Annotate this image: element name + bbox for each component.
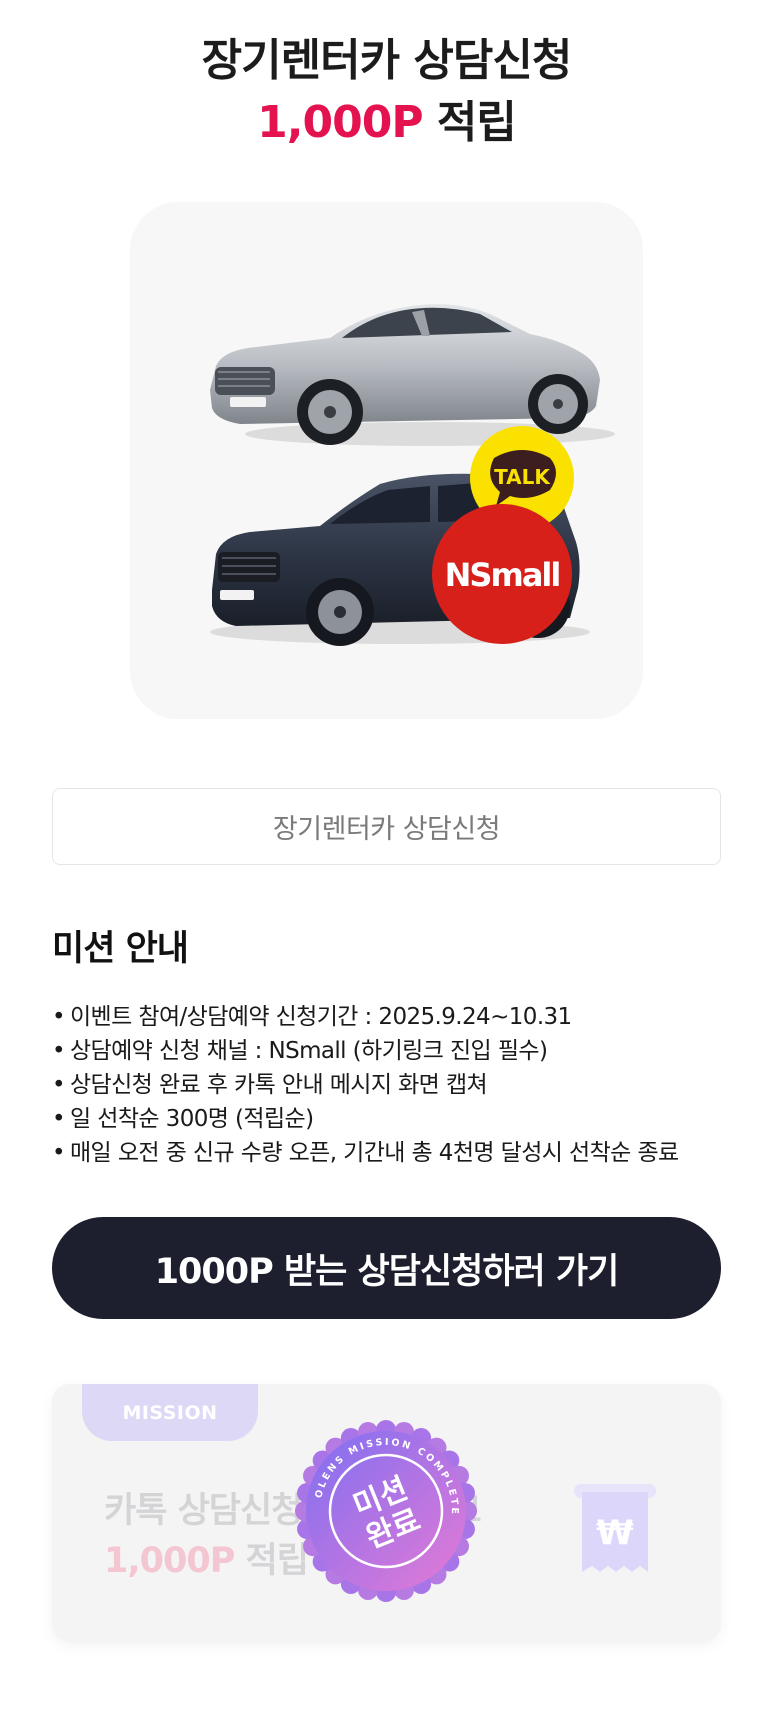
rule-item: 상담신청 완료 후 카톡 안내 메시지 화면 캡쳐 — [52, 1068, 742, 1102]
product-image-card: TALK NSmall — [130, 202, 643, 719]
points-suffix: 적립 — [422, 97, 517, 148]
points-amount: 1,000P — [257, 97, 423, 148]
cars-illustration: TALK NSmall — [210, 304, 615, 646]
rule-item: 상담예약 신청 채널 : NSmall (하기링크 진입 필수) — [52, 1034, 742, 1068]
nsmall-badge-text: NSmall — [445, 556, 560, 594]
talk-badge-text: TALK — [494, 465, 551, 489]
mission-complete-stamp: OLENS MISSION COMPLETE 미션 완료 — [295, 1420, 477, 1602]
mission-reward-points: 1,000P — [104, 1541, 235, 1581]
consult-apply-button[interactable]: 1000P 받는 상담신청하러 가기 — [52, 1217, 721, 1319]
mission-rules-list: 이벤트 참여/상담예약 신청기간 : 2025.9.24~10.31 상담예약 … — [52, 1000, 742, 1170]
mission-tag: MISSION — [82, 1384, 258, 1441]
consult-type-field[interactable]: 장기렌터카 상담신청 — [52, 788, 721, 865]
mission-guide-title: 미션 안내 — [52, 929, 189, 969]
svg-text:₩: ₩ — [596, 1513, 634, 1553]
page-title: 장기렌터카 상담신청 — [201, 35, 573, 86]
nsmall-logo: NSmall — [432, 504, 572, 644]
rule-item: 매일 오전 중 신규 수량 오픈, 기간내 총 4천명 달성시 선착순 종료 — [52, 1136, 742, 1170]
rule-item: 이벤트 참여/상담예약 신청기간 : 2025.9.24~10.31 — [52, 1000, 742, 1034]
mission-reward: 1,000P 적립 — [104, 1532, 309, 1583]
sedan-car-image — [210, 304, 615, 446]
page-subtitle: 1,000P 적립 — [0, 92, 773, 154]
receipt-won-icon: ₩ — [574, 1484, 656, 1572]
rule-item: 일 선착순 300명 (적립순) — [52, 1102, 742, 1136]
